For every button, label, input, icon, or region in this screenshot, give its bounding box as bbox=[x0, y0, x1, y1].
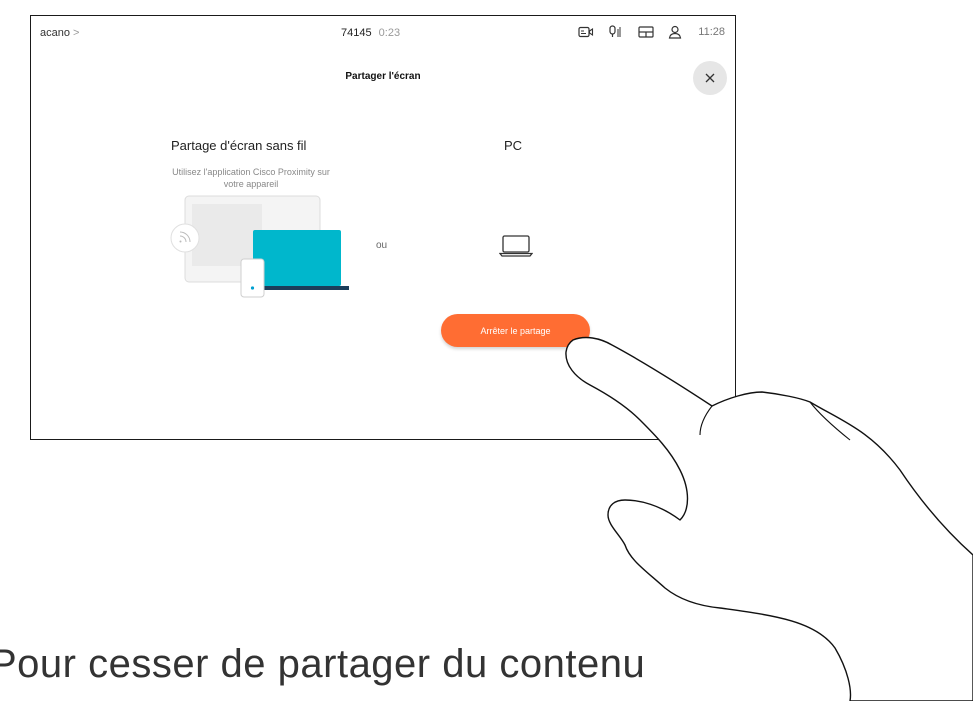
hand-pointer-illustration bbox=[565, 336, 973, 701]
instruction-caption: Pour cesser de partager du contenu bbox=[0, 642, 646, 686]
